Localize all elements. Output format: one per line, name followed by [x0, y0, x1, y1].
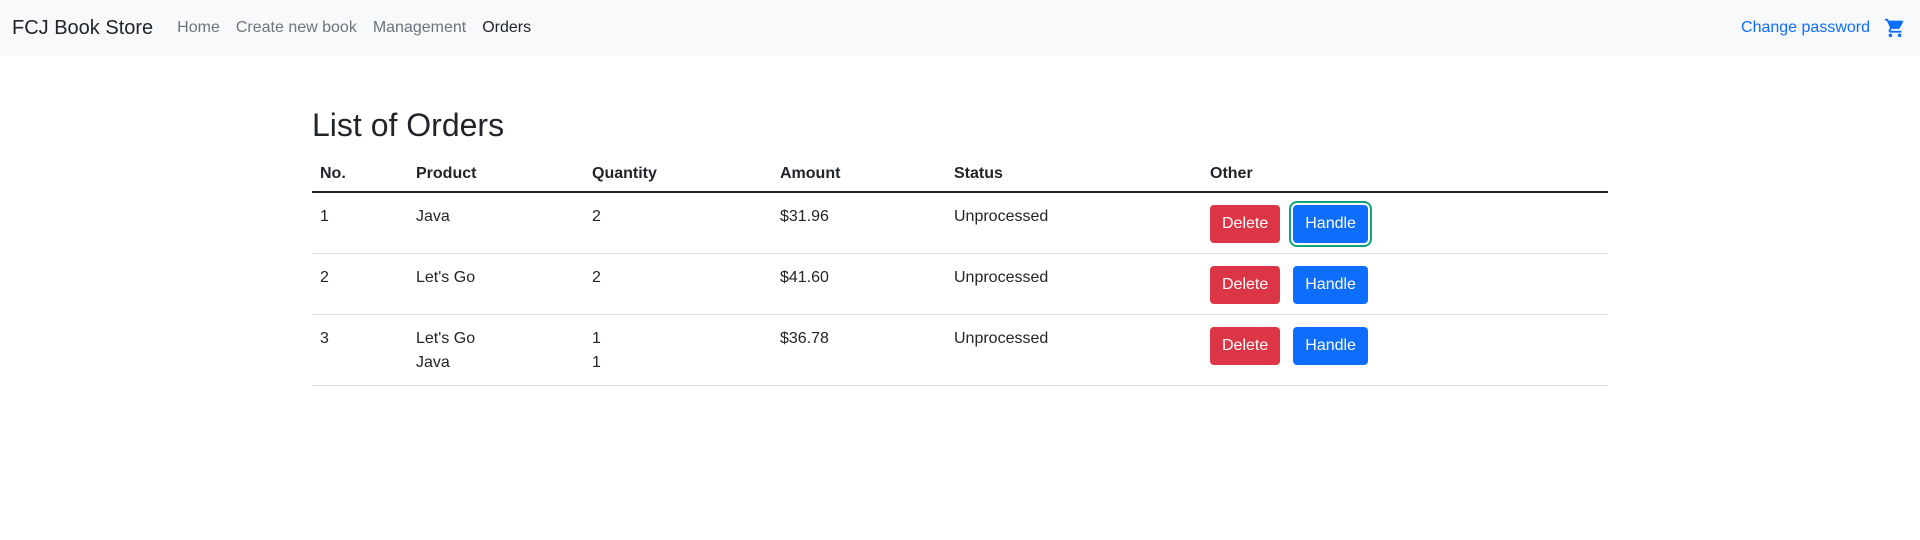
order-actions: Delete Handle — [1202, 253, 1608, 316]
order-amount: $36.78 — [772, 314, 946, 387]
handle-button[interactable]: Handle — [1293, 266, 1368, 305]
table-row: 2 Let's Go 2 $41.60 Unprocessed Delete H… — [312, 253, 1608, 316]
table-row: 3 Let's Go Java 1 1 $36.78 Unprocessed D… — [312, 314, 1608, 387]
order-quantities: 1 1 — [584, 314, 772, 387]
change-password-link[interactable]: Change password — [1741, 19, 1870, 37]
order-amount: $41.60 — [772, 253, 946, 316]
delete-button[interactable]: Delete — [1210, 205, 1281, 244]
nav-link-home[interactable]: Home — [177, 19, 220, 37]
product-name: Java — [416, 354, 450, 372]
column-header-status: Status — [946, 152, 1202, 194]
order-number: 3 — [312, 314, 408, 387]
order-quantities: 2 — [584, 192, 772, 255]
column-header-other: Other — [1202, 152, 1608, 194]
column-header-quantity: Quantity — [584, 152, 772, 194]
order-amount: $31.96 — [772, 192, 946, 255]
order-number: 1 — [312, 192, 408, 255]
table-row: 1 Java 2 $31.96 Unprocessed Delete Handl… — [312, 192, 1608, 255]
handle-button[interactable]: Handle — [1293, 327, 1368, 366]
nav-links: Home Create new book Management Orders — [177, 19, 547, 37]
product-name: Let's Go — [416, 330, 476, 348]
order-products: Let's Go Java — [408, 314, 584, 387]
order-products: Java — [408, 192, 584, 255]
order-actions: Delete Handle — [1202, 192, 1608, 255]
order-status: Unprocessed — [946, 192, 1202, 255]
delete-button[interactable]: Delete — [1210, 266, 1281, 305]
page-title: List of Orders — [312, 107, 505, 143]
nav-link-management[interactable]: Management — [373, 19, 466, 37]
column-header-amount: Amount — [772, 152, 946, 194]
product-quantity: 1 — [592, 354, 601, 372]
table-header-row: No. Product Quantity Amount Status Other — [312, 152, 1608, 194]
delete-button[interactable]: Delete — [1210, 327, 1281, 366]
nav-link-create-new-book[interactable]: Create new book — [236, 19, 357, 37]
column-header-no: No. — [312, 152, 408, 194]
product-name: Let's Go — [416, 269, 476, 287]
order-quantities: 2 — [584, 253, 772, 316]
cart-icon[interactable] — [1884, 17, 1906, 39]
handle-button[interactable]: Handle — [1289, 201, 1372, 248]
product-name: Java — [416, 208, 450, 226]
order-number: 2 — [312, 253, 408, 316]
nav-link-orders[interactable]: Orders — [482, 19, 531, 37]
main-content: List of Orders No. Product Quantity Amou… — [312, 56, 1608, 387]
order-actions: Delete Handle — [1202, 314, 1608, 387]
product-quantity: 1 — [592, 330, 601, 348]
product-quantity: 2 — [592, 269, 601, 287]
nav-right: Change password — [1741, 17, 1908, 39]
order-products: Let's Go — [408, 253, 584, 316]
order-status: Unprocessed — [946, 314, 1202, 387]
orders-table: No. Product Quantity Amount Status Other… — [312, 152, 1608, 387]
column-header-product: Product — [408, 152, 584, 194]
product-quantity: 2 — [592, 208, 601, 226]
order-status: Unprocessed — [946, 253, 1202, 316]
brand-logo-text[interactable]: FCJ Book Store — [12, 17, 153, 40]
navbar: FCJ Book Store Home Create new book Mana… — [0, 0, 1920, 56]
